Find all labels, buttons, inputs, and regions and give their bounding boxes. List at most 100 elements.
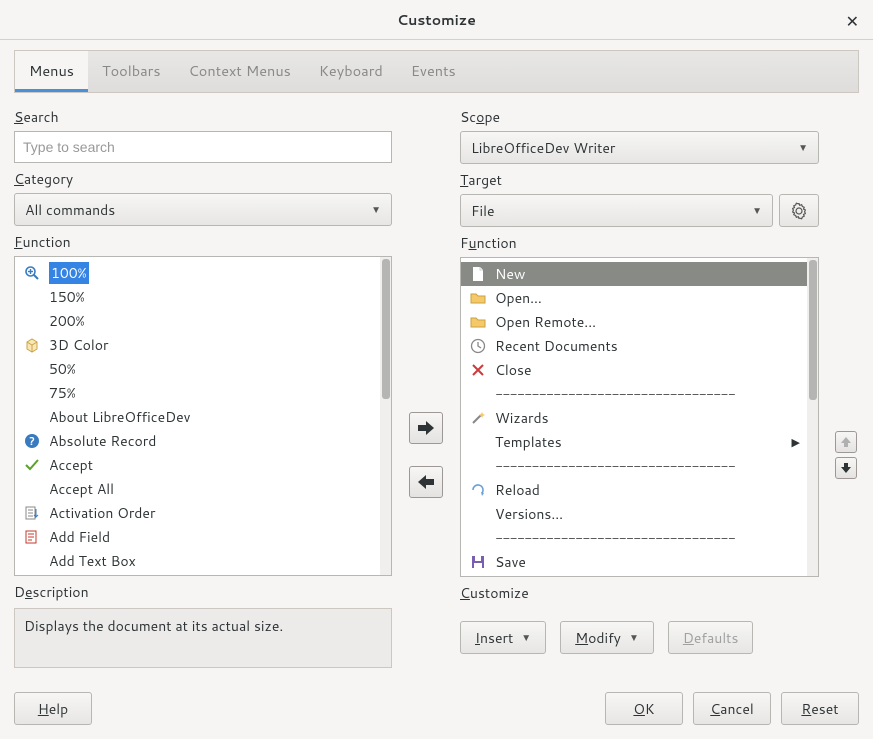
- list-item[interactable]: Reload: [461, 478, 818, 502]
- list-item[interactable]: ---------------------------------: [461, 454, 818, 478]
- list-item[interactable]: Open Remote...: [461, 310, 818, 334]
- list-item[interactable]: 50%: [15, 357, 391, 381]
- list-item-label: Address Book Source: [49, 575, 188, 576]
- list-item-label: 150%: [49, 287, 85, 307]
- list-item[interactable]: Wizards: [461, 406, 818, 430]
- list-item[interactable]: Templates▶: [461, 430, 818, 454]
- ok-button[interactable]: OK: [605, 692, 683, 725]
- list-item-label: Accept: [49, 455, 93, 475]
- category-combo[interactable]: All commands ▼: [14, 193, 392, 226]
- list-item[interactable]: Activation Order: [15, 501, 391, 525]
- category-value: All commands: [25, 200, 115, 220]
- blank-icon: [23, 384, 41, 402]
- blank-icon: [469, 385, 487, 403]
- blank-icon: [23, 360, 41, 378]
- list-item-label: Recent Documents: [495, 336, 618, 356]
- blank-icon: [23, 288, 41, 306]
- scope-value: LibreOfficeDev Writer: [471, 138, 615, 158]
- blank-icon: [23, 480, 41, 498]
- list-item[interactable]: New: [461, 262, 818, 286]
- list-item-label: Reload: [495, 480, 540, 500]
- scrollbar[interactable]: [380, 257, 391, 575]
- chevron-down-icon: ▼: [371, 203, 381, 217]
- list-item-label: 50%: [49, 359, 76, 379]
- reset-button[interactable]: Reset: [781, 692, 859, 725]
- list-item[interactable]: 75%: [15, 381, 391, 405]
- tab-context-menus[interactable]: Context Menus: [175, 51, 305, 92]
- wand-icon: [469, 409, 487, 427]
- list-item[interactable]: Accept All: [15, 477, 391, 501]
- defaults-button[interactable]: Defaults: [668, 621, 754, 654]
- list-item[interactable]: ---------------------------------: [461, 526, 818, 550]
- list-item[interactable]: Close: [461, 358, 818, 382]
- scrollbar[interactable]: [807, 258, 818, 576]
- folder-icon: [469, 289, 487, 307]
- cancel-button[interactable]: Cancel: [693, 692, 771, 725]
- help-icon: ?: [23, 432, 41, 450]
- save-icon: [469, 553, 487, 571]
- list-item[interactable]: 200%: [15, 309, 391, 333]
- dialog-footer: Help OK Cancel Reset: [0, 682, 873, 739]
- list-item[interactable]: Add Text Box: [15, 549, 391, 573]
- insert-button[interactable]: Insert ▼: [460, 621, 546, 654]
- list-item[interactable]: Versions...: [461, 502, 818, 526]
- list-item-label: About LibreOfficeDev: [49, 407, 190, 427]
- list-item[interactable]: Address Book Source: [15, 573, 391, 576]
- list-item-label: Wizards: [495, 408, 549, 428]
- list-item-label: Templates: [495, 432, 562, 452]
- chevron-down-icon: ▼: [521, 631, 531, 645]
- available-functions-list[interactable]: 100% 150%200%3D Color 50% 75% About LibreOff…: [14, 256, 392, 576]
- list-item[interactable]: Save: [461, 550, 818, 574]
- list-item-label: Close: [495, 360, 532, 380]
- tab-events[interactable]: Events: [397, 51, 470, 92]
- doc-new-icon: [469, 265, 487, 283]
- assigned-functions-list[interactable]: NewOpen...Open Remote...Recent Documents…: [460, 257, 819, 577]
- blank-icon: [469, 457, 487, 475]
- remove-arrow-button[interactable]: [409, 466, 443, 498]
- list-item[interactable]: Recent Documents: [461, 334, 818, 358]
- target-settings-button[interactable]: [779, 194, 819, 227]
- zoom-icon: [23, 264, 41, 282]
- list-item[interactable]: 100%: [15, 261, 391, 285]
- tabstrip: Menus Toolbars Context Menus Keyboard Ev…: [14, 50, 859, 93]
- gear-icon: [790, 202, 808, 220]
- reload-icon: [469, 481, 487, 499]
- list-item-label: 100%: [49, 262, 89, 284]
- blank-icon: [23, 408, 41, 426]
- blank-icon: [23, 312, 41, 330]
- add-arrow-button[interactable]: [409, 412, 443, 444]
- list-item[interactable]: Open...: [461, 286, 818, 310]
- modify-button[interactable]: Modify ▼: [560, 621, 654, 654]
- blank-icon: [23, 552, 41, 570]
- list-item[interactable]: Add Field: [15, 525, 391, 549]
- description-label: Description: [14, 582, 392, 602]
- list-item[interactable]: ---------------------------------: [461, 382, 818, 406]
- tab-menus[interactable]: Menus: [15, 51, 88, 92]
- list-item-label: Activation Order: [49, 503, 155, 523]
- list-item-label: Absolute Record: [49, 431, 156, 451]
- list-item[interactable]: ? Absolute Record: [15, 429, 391, 453]
- close-icon[interactable]: ✕: [846, 10, 859, 33]
- tab-keyboard[interactable]: Keyboard: [305, 51, 397, 92]
- tab-toolbars[interactable]: Toolbars: [88, 51, 175, 92]
- chevron-down-icon: ▼: [798, 141, 808, 155]
- blank-icon: [469, 505, 487, 523]
- scope-combo[interactable]: LibreOfficeDev Writer ▼: [460, 131, 819, 164]
- help-button[interactable]: Help: [14, 692, 92, 725]
- move-up-button[interactable]: [835, 431, 857, 453]
- arrow-down-icon: [840, 462, 852, 474]
- list-item-label: 75%: [49, 383, 76, 403]
- target-combo[interactable]: File ▼: [460, 194, 773, 227]
- list-item[interactable]: Save Remote: [461, 574, 818, 577]
- list-item-label: ---------------------------------: [495, 528, 735, 548]
- list-item[interactable]: 3D Color: [15, 333, 391, 357]
- target-value: File: [471, 201, 495, 221]
- search-input[interactable]: [14, 131, 392, 163]
- list-item-label: Open...: [495, 288, 542, 308]
- list-item-label: 3D Color: [49, 335, 109, 355]
- list-item[interactable]: About LibreOfficeDev: [15, 405, 391, 429]
- list-item[interactable]: Accept: [15, 453, 391, 477]
- move-down-button[interactable]: [835, 457, 857, 479]
- list-item[interactable]: 150%: [15, 285, 391, 309]
- description-box: Displays the document at its actual size…: [14, 608, 392, 668]
